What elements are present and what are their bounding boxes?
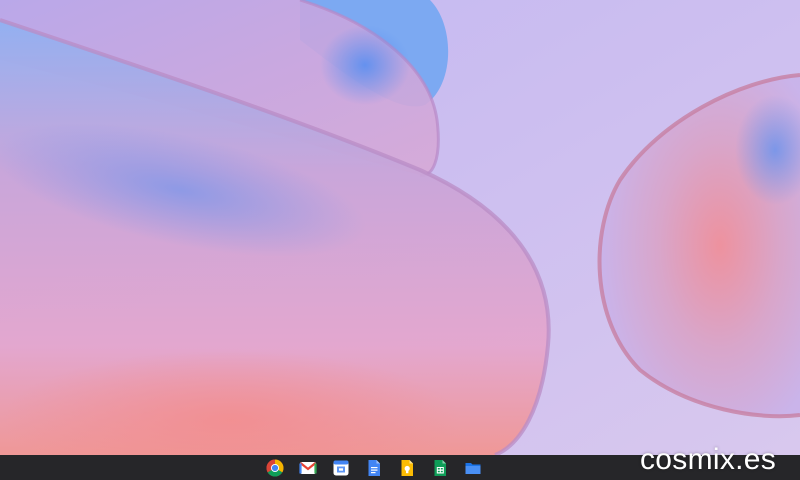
keep-icon [401, 459, 413, 476]
files-app[interactable] [460, 455, 485, 480]
calendar-icon [333, 460, 348, 475]
chrome-icon [266, 459, 283, 476]
sheets-app[interactable] [427, 455, 452, 480]
watermark-text: cosmix.es [640, 443, 777, 476]
chromeos-desktop: cosmix.es [0, 0, 800, 480]
gmail-app[interactable] [295, 455, 320, 480]
chrome-app[interactable] [262, 455, 287, 480]
shelf-apps [262, 455, 485, 480]
files-icon [465, 462, 480, 474]
desktop-wallpaper [0, 0, 800, 455]
keep-app[interactable] [394, 455, 419, 480]
docs-app[interactable] [361, 455, 386, 480]
gmail-icon [298, 461, 317, 474]
calendar-app[interactable] [328, 455, 353, 480]
sheets-icon [434, 459, 446, 476]
docs-icon [368, 459, 380, 476]
